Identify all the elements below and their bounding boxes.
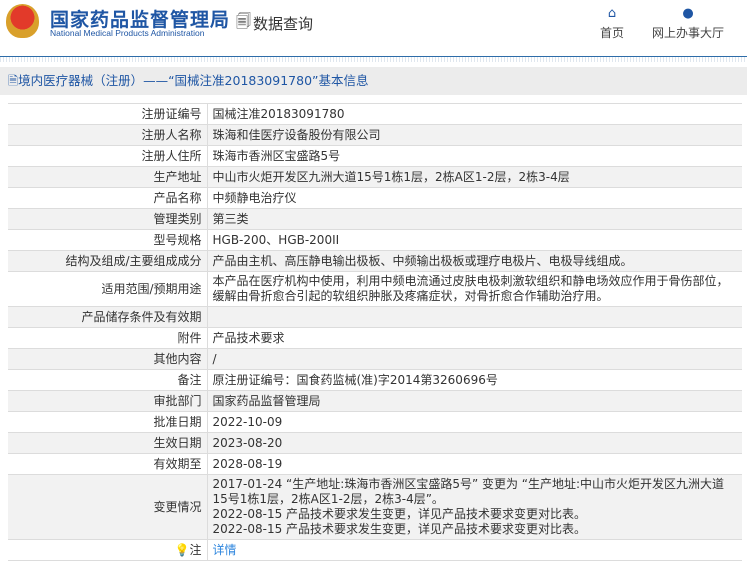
field-value: 本产品在医疗机构中使用，利用中频电流通过皮肤电极刺激软组织和静电场效应作用于骨伤…: [207, 271, 742, 307]
change-entry: 2022-08-15 产品技术要求发生变更，详见产品技术要求变更对比表。: [212, 522, 587, 536]
national-emblem-logo: [6, 4, 39, 38]
change-entry: 2017-01-24 “生产地址:珠海市香洲区宝盛路5号” 变更为 “生产地址:…: [212, 477, 725, 506]
field-value-text: 2023-08-20: [212, 435, 283, 450]
field-value-text: 产品技术要求: [212, 330, 285, 345]
field-value-text: 产品由主机、高压静电输出极板、中频输出极板或理疗电极片、电极导线组成。: [212, 253, 633, 268]
field-value-text: HGB-200、HGB-200II: [212, 232, 340, 247]
field-value: 产品由主机、高压静电输出极板、中频输出极板或理疗电极片、电极导线组成。: [207, 250, 742, 272]
data-query-label: 数据查询: [253, 15, 314, 33]
field-value: 国家药品监督管理局: [207, 390, 742, 412]
site-header: 国家药品监督管理局 National Medical Products Admi…: [0, 0, 747, 57]
field-value-text: 中频静电治疗仪: [212, 190, 297, 205]
table-row: 注册人名称 珠海和佳医疗设备股份有限公司: [8, 124, 742, 146]
table-row: 适用范围/预期用途 本产品在医疗机构中使用，利用中频电流通过皮肤电极刺激软组织和静…: [8, 271, 742, 307]
field-label: 审批部门: [8, 390, 208, 412]
table-row: 结构及组成/主要组成成分 产品由主机、高压静电输出极板、中频输出极板或理疗电极片、…: [8, 250, 742, 272]
table-row: 型号规格 HGB-200、HGB-200II: [8, 229, 742, 251]
field-value-text: /: [212, 351, 217, 366]
user-icon: ●: [682, 6, 694, 21]
nav-home-label: 首页: [599, 26, 624, 40]
field-value: 产品技术要求: [207, 327, 742, 349]
field-value: 第三类: [207, 208, 742, 230]
table-row: 审批部门 国家药品监督管理局: [8, 390, 742, 412]
details-link[interactable]: 详情: [213, 543, 237, 557]
field-label: 管理类别: [8, 208, 208, 230]
field-value: 珠海和佳医疗设备股份有限公司: [207, 124, 742, 146]
field-label: 批准日期: [8, 411, 208, 433]
table-row: 管理类别 第三类: [8, 208, 742, 230]
field-value-text: 2028-08-19: [212, 456, 283, 471]
field-value-text: 国械注准20183091780: [212, 106, 345, 121]
field-label: 生产地址: [8, 166, 208, 188]
table-row: 其他内容 /: [8, 348, 742, 370]
table-row: 批准日期 2022-10-09: [8, 411, 742, 433]
field-label: 变更情况: [8, 474, 208, 540]
table-row: 生产地址 中山市火炬开发区九洲大道15号1栋1层，2栋A区1-2层，2栋3-4层: [8, 166, 742, 188]
field-label: 适用范围/预期用途: [8, 271, 208, 307]
field-value: 2023-08-20: [207, 432, 742, 454]
field-value: 2022-10-09: [207, 411, 742, 433]
field-label: 产品名称: [8, 187, 208, 209]
field-value: 2017-01-24 “生产地址:珠海市香洲区宝盛路5号” 变更为 “生产地址:…: [207, 474, 742, 540]
field-value: 原注册证编号：国食药监械(准)字2014第3260696号: [207, 369, 742, 391]
table-row: 💡注 详情: [8, 539, 742, 561]
field-value-text: 珠海和佳医疗设备股份有限公司: [212, 127, 381, 142]
document-icon: 🗎: [8, 73, 19, 88]
field-value: 国械注准20183091780: [207, 103, 742, 125]
field-value: 中频静电治疗仪: [207, 187, 742, 209]
breadcrumb-text: 境内医疗器械（注册）——“国械注准20183091780”基本信息: [18, 73, 369, 88]
lightbulb-icon: 💡: [174, 542, 190, 557]
field-value-text: 国家药品监督管理局: [212, 393, 321, 408]
field-value: 珠海市香洲区宝盛路5号: [207, 145, 742, 167]
field-label: 生效日期: [8, 432, 208, 454]
field-value-text: 第三类: [212, 211, 249, 226]
nav-home[interactable]: ⌂ 首页: [597, 6, 627, 41]
table-row: 注册证编号 国械注准20183091780: [8, 103, 742, 125]
home-icon: ⌂: [607, 6, 617, 21]
field-label: 注册人住所: [8, 145, 208, 167]
field-label: 注册人名称: [8, 124, 208, 146]
field-value-text: 本产品在医疗机构中使用，利用中频电流通过皮肤电极刺激软组织和静电场效应作用于骨伤…: [212, 274, 729, 303]
field-value: 中山市火炬开发区九洲大道15号1栋1层，2栋A区1-2层，2栋3-4层: [207, 166, 742, 188]
data-query-link[interactable]: 🗐 数据查询: [236, 11, 313, 36]
field-value-text: 珠海市香洲区宝盛路5号: [212, 148, 341, 163]
field-label: 结构及组成/主要组成成分: [8, 250, 208, 272]
table-row: 注册人住所 珠海市香洲区宝盛路5号: [8, 145, 742, 167]
field-label: 注册证编号: [8, 103, 208, 125]
nav-online-hall-label: 网上办事大厅: [651, 26, 724, 40]
field-value-text: 中山市火炬开发区九洲大道15号1栋1层，2栋A区1-2层，2栋3-4层: [212, 169, 570, 184]
field-label: 型号规格: [8, 229, 208, 251]
table-row: 有效期至 2028-08-19: [8, 453, 742, 475]
nav-online-hall[interactable]: ● 网上办事大厅: [650, 6, 726, 41]
table-row: 产品名称 中频静电治疗仪: [8, 187, 742, 209]
field-label: 有效期至: [8, 453, 208, 475]
change-entry: 2022-08-15 产品技术要求发生变更，详见产品技术要求变更对比表。: [212, 507, 587, 521]
field-label: 💡注: [8, 539, 208, 561]
site-subtitle: National Medical Products Administration: [50, 28, 205, 38]
field-label: 产品储存条件及有效期: [8, 306, 208, 328]
field-value: 详情: [207, 539, 742, 561]
divider: [0, 57, 747, 62]
field-value-text: 原注册证编号：国食药监械(准)字2014第3260696号: [212, 372, 498, 387]
field-value: /: [207, 348, 742, 370]
note-label: 注: [189, 542, 202, 557]
table-row: 产品储存条件及有效期: [8, 306, 742, 328]
field-label: 其他内容: [8, 348, 208, 370]
table-row: 附件 产品技术要求: [8, 327, 742, 349]
document-search-icon: 🗐: [236, 12, 251, 30]
field-value: HGB-200、HGB-200II: [207, 229, 742, 251]
breadcrumb: 🗎境内医疗器械（注册）——“国械注准20183091780”基本信息: [0, 67, 747, 95]
table-row: 变更情况 2017-01-24 “生产地址:珠海市香洲区宝盛路5号” 变更为 “生…: [8, 474, 742, 540]
field-value: 2028-08-19: [207, 453, 742, 475]
field-label: 备注: [8, 369, 208, 391]
table-row: 生效日期 2023-08-20: [8, 432, 742, 454]
detail-table: 注册证编号 国械注准20183091780 注册人名称 珠海和佳医疗设备股份有限公司注…: [8, 103, 742, 561]
field-label: 附件: [8, 327, 208, 349]
table-row: 备注 原注册证编号：国食药监械(准)字2014第3260696号: [8, 369, 742, 391]
field-value: [207, 306, 742, 328]
field-value-text: 2022-10-09: [212, 414, 283, 429]
